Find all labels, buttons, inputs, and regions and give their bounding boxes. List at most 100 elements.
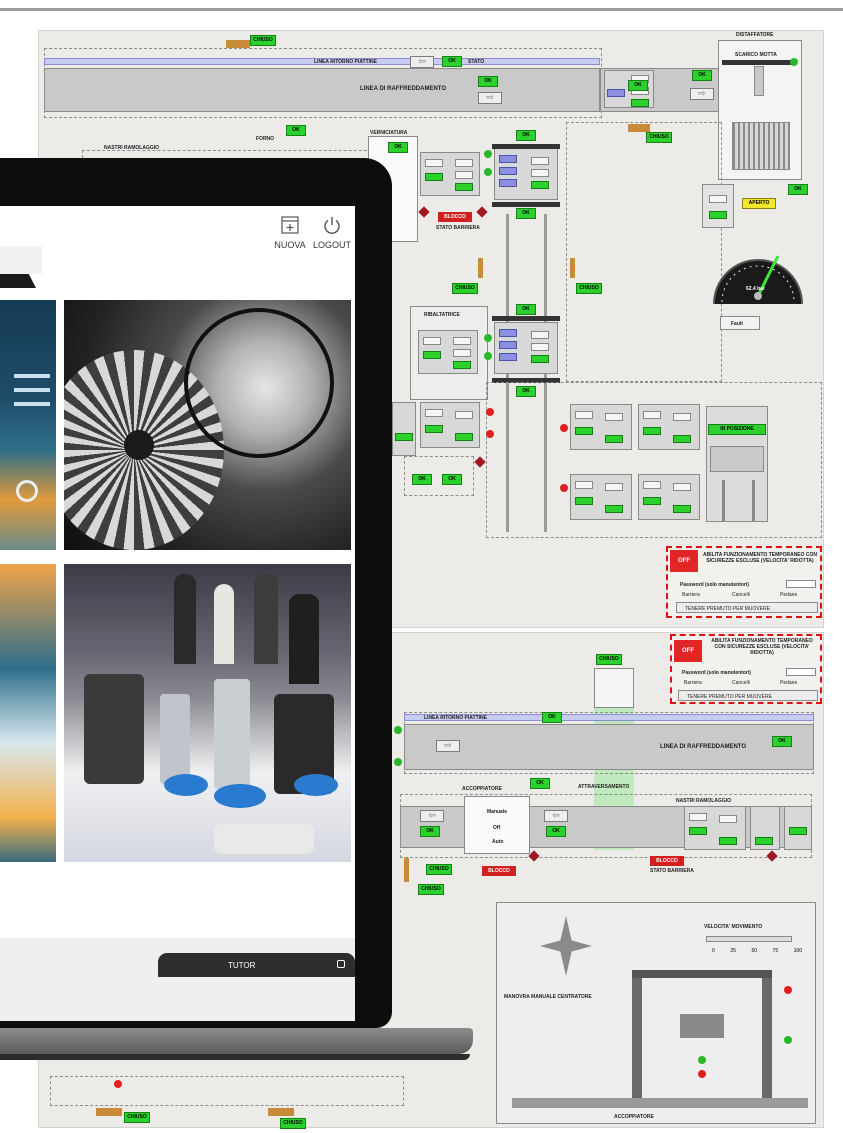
ctrl-scarico — [702, 184, 734, 228]
cent-col-right — [762, 974, 772, 1106]
alarm-dot-1 — [560, 424, 568, 432]
blocco-badge-bottom2: BLOCCO — [482, 866, 516, 876]
password-label-top: Password (solo manutentori) — [680, 582, 749, 588]
velocita-label: VELOCITA' MOVIMENTO — [704, 924, 763, 930]
pressure-gauge — [713, 255, 803, 305]
dash-frame-foot — [50, 1076, 404, 1106]
speed-tick-100: 100 — [793, 948, 802, 954]
logout-button[interactable]: LOGOUT — [310, 216, 354, 250]
arrow-chiuso-top — [226, 40, 250, 48]
cent-beam — [632, 970, 772, 978]
radio-barriera-bottom[interactable]: Barriera — [684, 680, 702, 686]
tutor-label: TUTOR — [228, 961, 256, 970]
pos-rail-left — [722, 480, 725, 522]
password-input-top[interactable] — [786, 580, 816, 588]
ctrl-buffer-2 — [638, 404, 700, 450]
new-window-icon — [281, 216, 299, 234]
gauge-value: 62.4 bar — [746, 286, 765, 292]
direction-pad-icon[interactable] — [538, 914, 594, 978]
alarm-dot-4 — [486, 430, 494, 438]
accoppiatore-bottom-label: ACCOPPIATORE — [614, 1114, 654, 1120]
ctrl-buffer-1 — [570, 404, 632, 450]
pos-rail-right — [752, 480, 755, 522]
abilita-text-bottom: ABILITA FUNZIONAMENTO TEMPORANEO CON SIC… — [711, 638, 813, 656]
cooling-arrow2: ⇨ — [690, 88, 714, 100]
in-posizione-block — [710, 446, 764, 472]
tile-trade-fair-photo[interactable] — [64, 564, 351, 862]
cent-green-light — [698, 1056, 706, 1064]
acc-off: Off — [493, 825, 501, 831]
cent-red-light-2 — [784, 986, 792, 994]
radio-barriera-top[interactable]: Barriera — [682, 592, 700, 598]
ok-badge-bottom2: OK — [772, 736, 792, 747]
speed-tick-0: 0 — [712, 948, 715, 954]
ctrl-lift — [494, 148, 558, 200]
arrow-b2: ⇦ — [544, 810, 568, 822]
cooling-arrow: ⇨ — [478, 92, 502, 104]
tile-machine-illustration[interactable] — [0, 564, 56, 862]
forno-label: FORNO — [256, 136, 275, 142]
arrow-foot-2 — [268, 1108, 294, 1116]
laptop: NUOVA LOGOUT TUTOR — [0, 158, 480, 1078]
ok-badge-cooling: OK — [478, 76, 498, 87]
ctrl-b3 — [784, 806, 812, 850]
maximize-icon[interactable] — [337, 960, 345, 968]
linea-raffreddamento-bottom: LINEA DI RAFFREDDAMENTO — [660, 744, 746, 750]
app-header: NUOVA LOGOUT — [0, 206, 355, 270]
tile-robotics-illustration[interactable] — [0, 300, 56, 550]
password-label-bottom: Password (solo manutentori) — [682, 670, 751, 676]
ok-badge-acc: OK — [530, 778, 550, 789]
radio-cancelli-bottom[interactable]: Cancelli — [732, 680, 750, 686]
ok-badge-lift: OK — [516, 130, 536, 141]
ok-badge-lift3: OK — [516, 304, 536, 315]
ok-badge-return: OK — [442, 56, 462, 67]
radio-pedane-bottom[interactable]: Pedane — [780, 680, 797, 686]
gate-box — [594, 668, 634, 708]
ctrl-b2 — [750, 806, 780, 850]
speed-tick-25: 25 — [730, 948, 736, 954]
tenere-premuto-top-label: TENERE PREMUTO PER MUOVERE — [685, 606, 770, 612]
nuova-button[interactable]: NUOVA — [268, 216, 312, 250]
nuova-label: NUOVA — [274, 240, 306, 250]
off-button-bottom[interactable]: OFF — [674, 640, 702, 662]
ctrl-lift2 — [494, 322, 558, 374]
attraversamento-label: ATTRAVERSAMENTO — [578, 784, 630, 790]
content-footer — [0, 938, 355, 1021]
chiuso-foot-2: CHIUSO — [280, 1118, 306, 1129]
tile-gears-photo[interactable] — [64, 300, 351, 550]
top-divider — [0, 8, 843, 11]
off-button-top[interactable]: OFF — [670, 550, 698, 572]
ok-badge-vern: OK — [388, 142, 408, 153]
tenere-premuto-bottom[interactable]: TENERE PREMUTO PER MUOVERE — [678, 690, 818, 701]
linea-raffreddamento-label: LINEA DI RAFFREDDAMENTO — [360, 86, 446, 92]
chiuso-right: CHIUSO — [576, 283, 602, 294]
speed-slider[interactable] — [706, 936, 792, 942]
radio-cancelli-top[interactable]: Cancelli — [732, 592, 750, 598]
distaffatore-beam — [722, 60, 796, 65]
cent-green-light-2 — [784, 1036, 792, 1044]
stato-barriera-bottom: STATO BARRIERA — [650, 868, 694, 874]
chiuso-foot-1: CHIUSO — [124, 1112, 150, 1123]
aperto-badge: APERTO — [742, 198, 776, 209]
laptop-screen: NUOVA LOGOUT — [0, 206, 355, 1021]
password-input-bottom[interactable] — [786, 668, 816, 676]
laptop-base — [0, 1028, 473, 1054]
distaffatore-label: DISTAFFATORE — [736, 32, 774, 38]
arrow-foot-1 — [96, 1108, 122, 1116]
cooling-line — [44, 68, 600, 112]
cent-col-left — [632, 974, 642, 1106]
status-dot-2 — [484, 168, 492, 176]
speed-tick-50: 50 — [751, 948, 757, 954]
status-dot-1 — [484, 150, 492, 158]
cent-red-light — [698, 1070, 706, 1078]
radio-pedane-top[interactable]: Pedane — [780, 592, 797, 598]
chiuso-bottom: CHIUSO — [596, 654, 622, 665]
speed-tick-75: 75 — [772, 948, 779, 954]
fault-box: Fault — [720, 316, 760, 330]
tenere-premuto-top[interactable]: TENERE PREMUTO PER MUOVERE — [676, 602, 818, 613]
tutor-bar[interactable]: TUTOR — [158, 953, 355, 977]
ctrl-buffer-3 — [570, 474, 632, 520]
return-arrow: ⇦ — [410, 56, 434, 68]
in-posizione-badge: IN POSIZIONE — [708, 424, 766, 435]
ctrl-buffer-4 — [638, 474, 700, 520]
